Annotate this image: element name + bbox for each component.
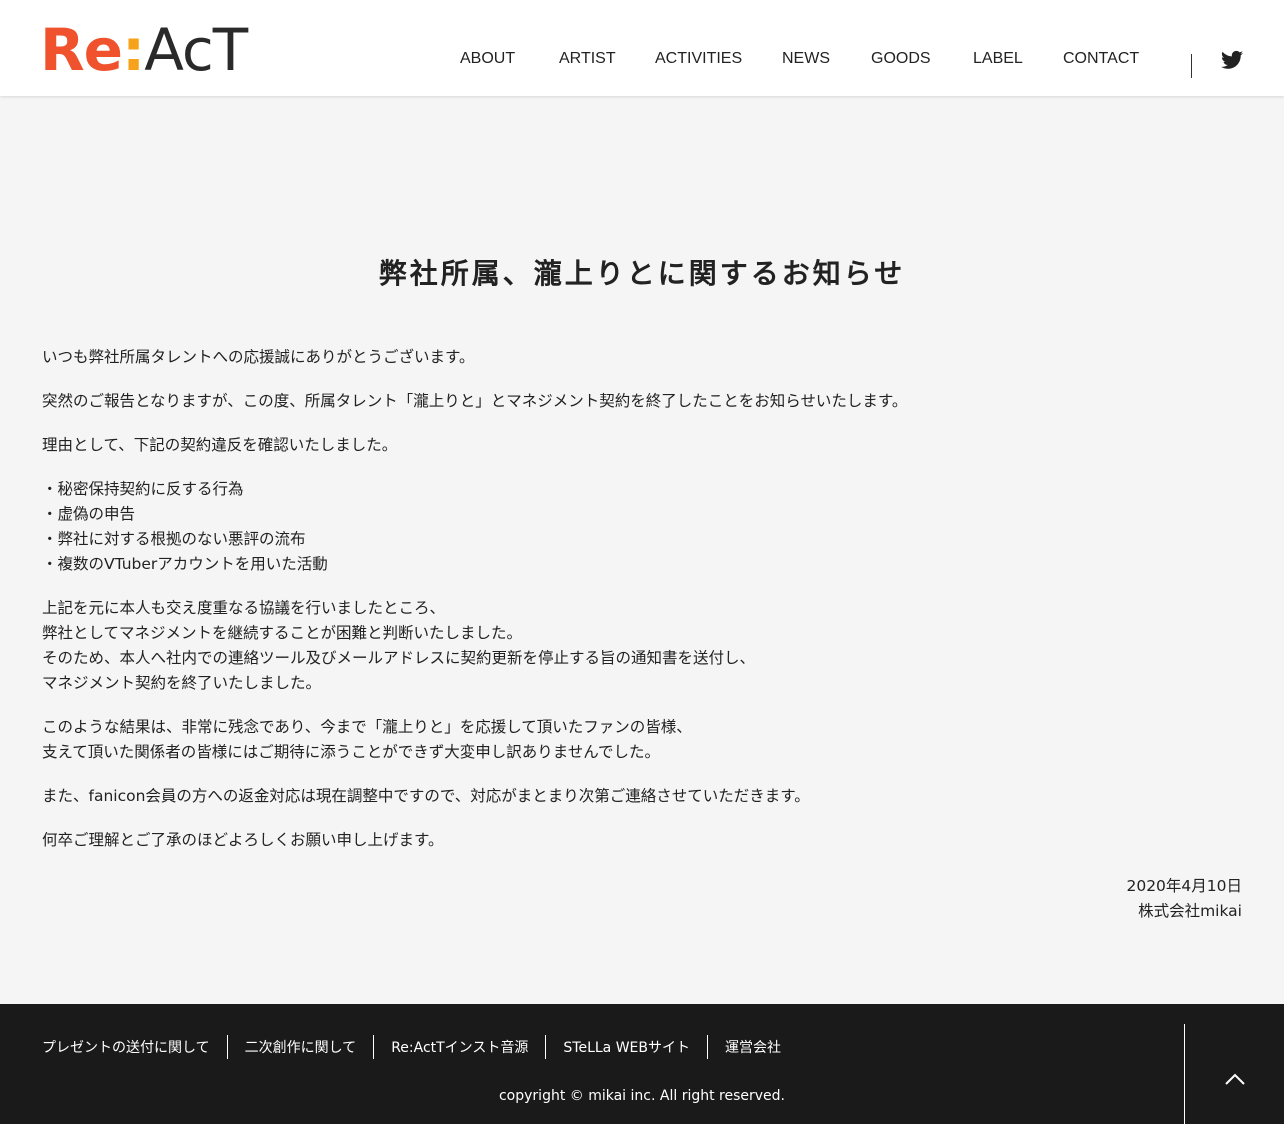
article-paragraph: ・秘密保持契約に反する行為 ・虚偽の申告・弊社に対する根拠のない悪評の流布・複数の… [42,477,1242,577]
nav-item-artist[interactable]: ARTIST [559,50,616,68]
paragraph-line: 弊社としてマネジメントを継続することが困難と判断いたしました。 [42,624,523,642]
article-title: 弊社所属、瀧上りとに関するお知らせ [378,257,906,290]
paragraph-line: 何卒ご理解とご了承のほどよろしくお願い申し上げます。 [42,831,444,849]
article-paragraph: いつも弊社所属タレントへの応援誠にありがとうございます。 [42,345,1242,370]
article-paragraph: また、fanicon会員の方への返金対応は現在調整中ですので、対応がまとまり次第… [42,784,1242,809]
footer-links: プレゼントの送付に関して 二次創作に関して Re:ActTインスト音源 STeLLa … [42,1034,781,1060]
twitter-icon[interactable] [1221,50,1243,70]
nav-item-label[interactable]: LABEL [973,50,1023,68]
nav-item-news[interactable]: NEWS [782,50,830,68]
article-paragraph: 突然のご報告となりますが、この度、所属タレント「瀧上りと」とマネジメント契約を終… [42,389,1242,414]
article-body: いつも弊社所属タレントへの応援誠にありがとうございます。突然のご報告となりますが… [42,345,1242,872]
paragraph-line: 上記を元に本人も交え度重なる協議を行いましたところ、 [42,599,446,617]
footer-link[interactable]: 二次創作に関して [245,1037,357,1057]
footer-link-separator [226,1035,228,1059]
article-paragraph: 何卒ご理解とご了承のほどよろしくお願い申し上げます。 [42,828,1242,853]
paragraph-line: 理由として、下記の契約違反を確認いたしました。 [42,436,398,454]
article-paragraph: 理由として、下記の契約違反を確認いたしました。 [42,433,1242,458]
paragraph-line: ・虚偽の申告 [42,505,136,523]
footer-link-separator [707,1035,709,1059]
nav-item-activities[interactable]: ACTIVITIES [655,50,742,68]
footer-link-separator [373,1035,375,1059]
article-paragraph: 上記を元に本人も交え度重なる協議を行いましたところ、弊社としてマネジメントを継続… [42,596,1242,696]
nav-item-contact[interactable]: CONTACT [1063,50,1139,68]
paragraph-line: ・弊社に対する根拠のない悪評の流布 [42,530,306,548]
paragraph-line: ・秘密保持契約に反する行為 [42,480,244,498]
article-signature: 2020年4月10日 株式会社mikai [1126,874,1242,924]
nav-divider [1191,54,1192,78]
paragraph-line: 突然のご報告となりますが、この度、所属タレント「瀧上りと」とマネジメント契約を終… [42,392,908,410]
back-to-top-chevron-up-icon[interactable] [1210,1056,1260,1096]
copyright: copyright © mikai inc. All right reserve… [498,1088,785,1104]
footer-link[interactable]: STeLLa WEBサイト [563,1037,690,1057]
paragraph-line: マネジメント契約を終了いたしました。 [42,674,322,692]
paragraph-line: いつも弊社所属タレントへの応援誠にありがとうございます。 [42,348,475,366]
nav-item-about[interactable]: ABOUT [460,50,515,68]
article-date: 2020年4月10日 [1126,877,1242,895]
site-footer: プレゼントの送付に関して 二次創作に関して Re:ActTインスト音源 STeLLa … [0,1004,1284,1124]
article-paragraph: このような結果は、非常に残念であり、今まで「瀧上りと」を応援して頂いたファンの皆… [42,715,1242,765]
footer-link[interactable]: Re:ActTインスト音源 [391,1037,528,1057]
article-company: 株式会社mikai [1138,902,1242,920]
paragraph-line: また、fanicon会員の方への返金対応は現在調整中ですので、対応がまとまり次第… [42,787,810,805]
paragraph-line: 支えて頂いた関係者の皆様にはご期待に添うことができず大変申し訳ありませんでした。 [42,743,660,761]
footer-divider [1184,1024,1185,1124]
footer-link[interactable]: プレゼントの送付に関して [42,1037,210,1057]
paragraph-line: そのため、本人へ社内での連絡ツール及びメールアドレスに契約更新を停止する旨の通知… [42,649,756,667]
footer-link[interactable]: 運営会社 [725,1037,781,1057]
paragraph-line: このような結果は、非常に残念であり、今まで「瀧上りと」を応援して頂いたファンの皆… [42,718,692,736]
nav-item-goods[interactable]: GOODS [871,50,931,68]
paragraph-line: ・複数のVTuberアカウントを用いた活動 [42,555,328,573]
main-nav: ABOUT ARTIST ACTIVITIES NEWS GOODS LABEL CONTA… [0,50,1284,72]
site-header: Re:AcT ABOUT ARTIST ACTIVITIES NEWS GOODS LAB… [0,0,1284,96]
footer-link-separator [545,1035,547,1059]
